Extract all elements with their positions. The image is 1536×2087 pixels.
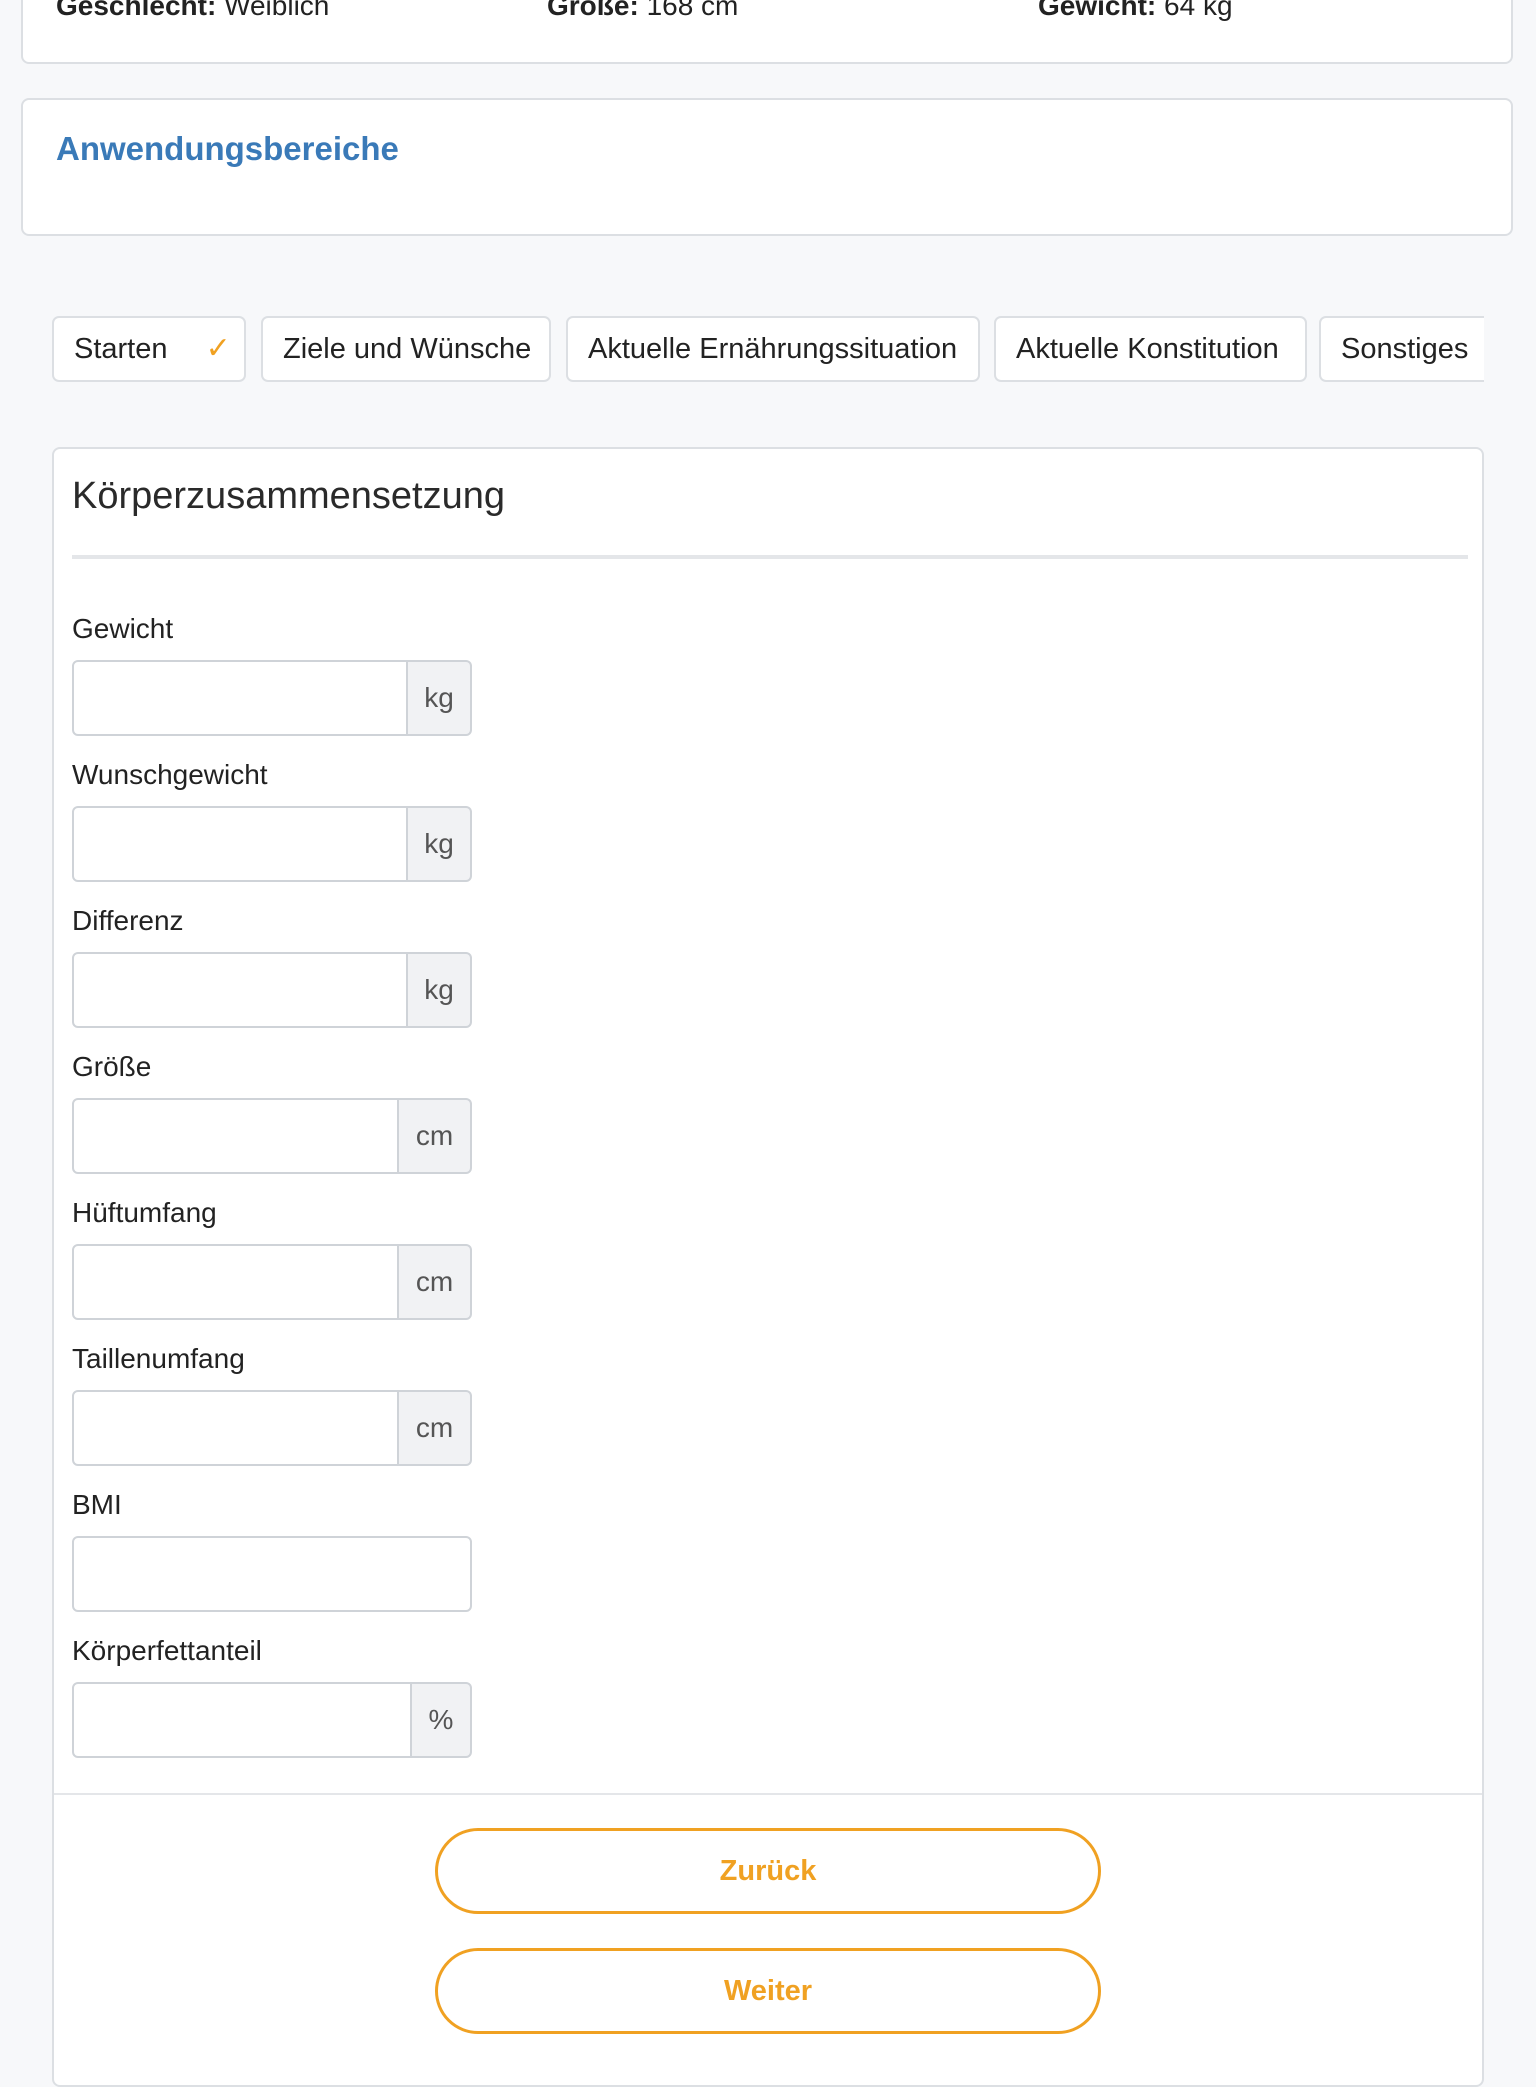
profile-summary-card: Geschlecht: Weiblich Größe: 168 cm Gewic…	[21, 0, 1513, 64]
hip-circumference-input[interactable]	[72, 1244, 399, 1320]
gender-value: Weiblich	[224, 0, 330, 21]
unit-addon: cm	[399, 1244, 472, 1320]
waist-input-group: cm	[72, 1390, 472, 1466]
unit-addon: kg	[408, 952, 472, 1028]
unit-addon: kg	[408, 806, 472, 882]
form-title: Körperzusammensetzung	[72, 475, 505, 517]
tab-ernaehrungssituation[interactable]: Aktuelle Ernährungssituation	[566, 316, 980, 382]
field-label: BMI	[72, 1489, 122, 1520]
tab-label: Aktuelle Konstitution	[1016, 333, 1279, 365]
height-value: 168 cm	[646, 0, 739, 21]
tab-konstitution[interactable]: Aktuelle Konstitution	[994, 316, 1307, 382]
target-weight-input-group: kg	[72, 806, 472, 882]
tab-label: Aktuelle Ernährungssituation	[588, 333, 958, 365]
gender-label: Geschlecht:	[56, 0, 217, 21]
bmi-input[interactable]	[72, 1536, 472, 1612]
unit-addon: kg	[408, 660, 472, 736]
step-tabs: Starten ✓ Ziele und Wünsche Aktuelle Ern…	[52, 316, 1484, 382]
field-label: Wunschgewicht	[72, 759, 268, 790]
height-label: Größe:	[547, 0, 639, 21]
weight-input-group: kg	[72, 660, 472, 736]
height-input[interactable]	[72, 1098, 399, 1174]
body-fat-input[interactable]	[72, 1682, 412, 1758]
waist-circumference-input[interactable]	[72, 1390, 399, 1466]
unit-addon: %	[412, 1682, 472, 1758]
tab-label: Ziele und Wünsche	[283, 333, 532, 365]
field-label: Hüftumfang	[72, 1197, 217, 1228]
field-label: Körperfettanteil	[72, 1635, 262, 1666]
application-areas-card: Anwendungsbereiche	[21, 98, 1513, 236]
body-composition-card: Körperzusammensetzung Gewicht kg Wunschg…	[52, 447, 1484, 2087]
field-label: Gewicht	[72, 613, 174, 644]
weight-info: Gewicht: 64 kg	[1038, 0, 1233, 20]
hip-input-group: cm	[72, 1244, 472, 1320]
difference-input[interactable]	[72, 952, 408, 1028]
tab-starten[interactable]: Starten ✓	[52, 316, 246, 382]
next-button[interactable]: Weiter	[435, 1948, 1101, 2034]
footer-divider	[54, 1793, 1482, 1795]
back-button[interactable]: Zurück	[435, 1828, 1101, 1914]
weight-input[interactable]	[72, 660, 408, 736]
tab-label: Starten	[74, 333, 168, 365]
weight-value: 64 kg	[1164, 0, 1233, 21]
application-areas-title[interactable]: Anwendungsbereiche	[56, 130, 399, 168]
checkmark-icon: ✓	[205, 332, 231, 365]
target-weight-input[interactable]	[72, 806, 408, 882]
unit-addon: cm	[399, 1390, 472, 1466]
weight-label: Gewicht:	[1038, 0, 1157, 21]
tab-label: Sonstiges	[1341, 333, 1469, 365]
gender-info: Geschlecht: Weiblich	[56, 0, 329, 20]
unit-addon: cm	[399, 1098, 472, 1174]
field-label: Größe	[72, 1051, 152, 1082]
tab-ziele-und-wuensche[interactable]: Ziele und Wünsche	[261, 316, 551, 382]
field-label: Differenz	[72, 905, 184, 936]
difference-input-group: kg	[72, 952, 472, 1028]
height-input-group: cm	[72, 1098, 472, 1174]
title-divider	[72, 555, 1468, 559]
tab-sonstiges[interactable]: Sonstiges	[1319, 316, 1484, 382]
bmi-input-group	[72, 1536, 472, 1612]
body-fat-input-group: %	[72, 1682, 472, 1758]
field-label: Taillenumfang	[72, 1343, 245, 1374]
height-info: Größe: 168 cm	[547, 0, 738, 20]
